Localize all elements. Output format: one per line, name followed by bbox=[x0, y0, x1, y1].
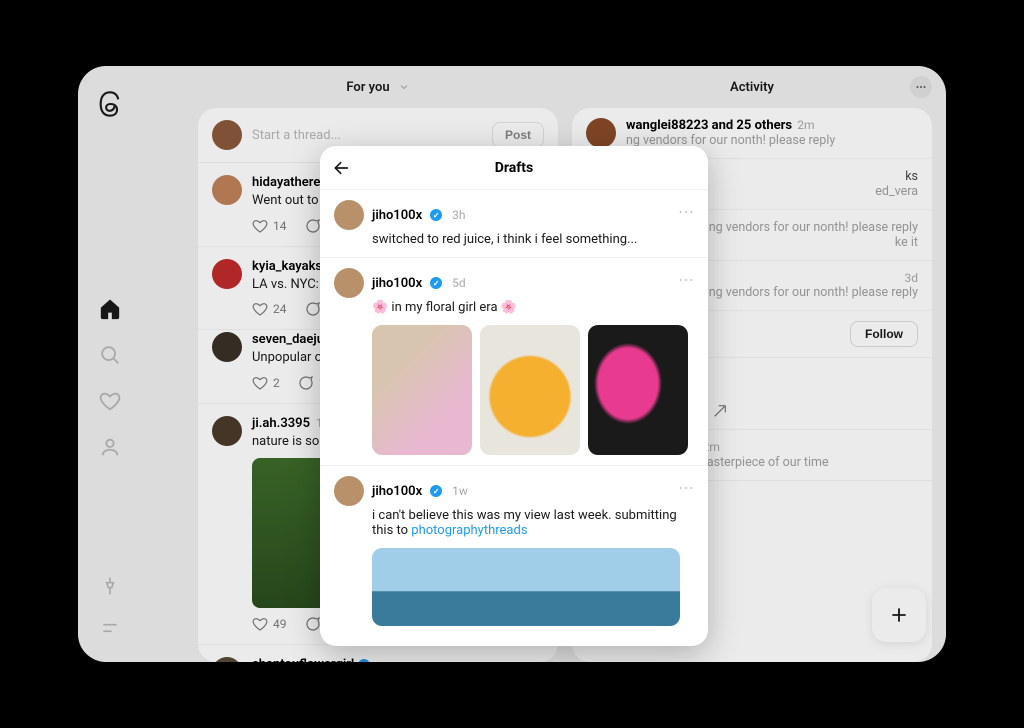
draft-text: 🌸 in my floral girl era 🌸 bbox=[372, 300, 694, 315]
verified-icon bbox=[430, 209, 442, 221]
app-window: For you Start a thread... Post hidayathe… bbox=[78, 66, 946, 662]
modal-title: Drafts bbox=[495, 160, 533, 176]
back-button[interactable] bbox=[330, 156, 354, 180]
modal-header: Drafts bbox=[320, 146, 708, 190]
draft-time: 1w bbox=[452, 484, 468, 498]
drafts-modal: Drafts jiho100x 3h ⋯ switched to red jui… bbox=[320, 146, 708, 646]
more-icon[interactable]: ⋯ bbox=[678, 270, 694, 289]
avatar bbox=[334, 476, 364, 506]
draft-item[interactable]: jiho100x 1w ⋯ i can't believe this was m… bbox=[320, 466, 708, 636]
avatar bbox=[334, 268, 364, 298]
draft-text: switched to red juice, i think i feel so… bbox=[372, 232, 694, 247]
username: jiho100x bbox=[372, 208, 422, 223]
verified-icon bbox=[430, 277, 442, 289]
username: jiho100x bbox=[372, 276, 422, 291]
draft-item[interactable]: jiho100x 3h ⋯ switched to red juice, i t… bbox=[320, 190, 708, 258]
verified-icon bbox=[430, 485, 442, 497]
more-icon[interactable]: ⋯ bbox=[678, 202, 694, 221]
draft-time: 5d bbox=[452, 276, 466, 290]
draft-text: i can't believe this was my view last we… bbox=[372, 508, 694, 538]
avatar bbox=[334, 200, 364, 230]
more-icon[interactable]: ⋯ bbox=[678, 478, 694, 497]
draft-media-thumb[interactable] bbox=[372, 325, 472, 455]
draft-media-thumb[interactable] bbox=[480, 325, 580, 455]
draft-item[interactable]: jiho100x 5d ⋯ 🌸 in my floral girl era 🌸 bbox=[320, 258, 708, 466]
draft-media-landscape[interactable] bbox=[372, 548, 680, 626]
draft-media-thumb[interactable] bbox=[588, 325, 688, 455]
hashtag-link[interactable]: photographythreads bbox=[411, 523, 527, 538]
draft-time: 3h bbox=[452, 208, 465, 222]
username: jiho100x bbox=[372, 484, 422, 499]
